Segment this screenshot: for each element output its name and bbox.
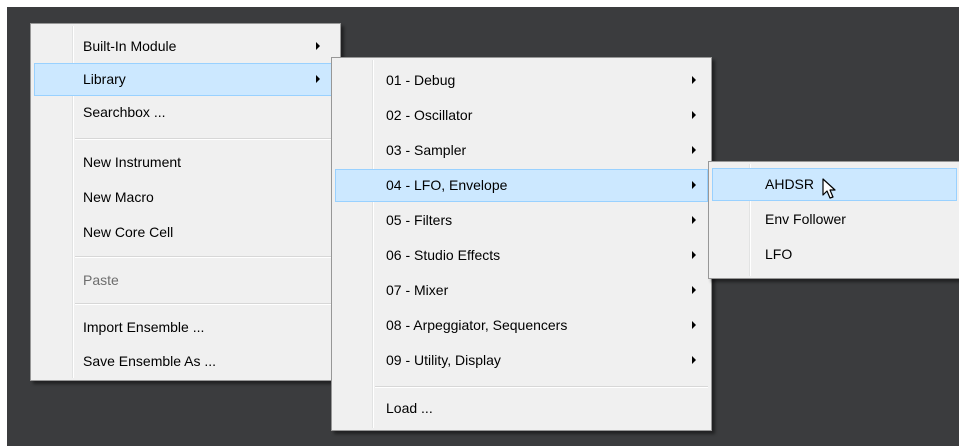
menu-separator: [75, 256, 337, 258]
menu-item-label: 09 - Utility, Display: [386, 352, 501, 368]
menu-item-label: Env Follower: [765, 211, 846, 227]
menu-item-load[interactable]: Load ...: [335, 392, 708, 425]
menu-item-label: 07 - Mixer: [386, 282, 449, 298]
menu-separator: [75, 303, 337, 305]
submenu-arrow-icon: [692, 251, 696, 259]
library-submenu: 01 - Debug 02 - Oscillator 03 - Sampler …: [331, 57, 712, 431]
submenu-arrow-icon: [692, 356, 696, 364]
submenu-arrow-icon: [692, 216, 696, 224]
menu-item-label: Library: [83, 71, 126, 87]
menu-item-new-instrument[interactable]: New Instrument: [34, 146, 337, 179]
menu-item-label: 08 - Arpeggiator, Sequencers: [386, 317, 568, 333]
submenu-arrow-icon: [692, 321, 696, 329]
submenu-arrow-icon: [316, 42, 320, 50]
submenu-arrow-icon: [692, 286, 696, 294]
menu-item-label: 04 - LFO, Envelope: [386, 177, 508, 193]
menu-item-05-filters[interactable]: 05 - Filters: [335, 204, 708, 237]
menu-item-label: Searchbox ...: [83, 104, 166, 120]
menu-item-new-core-cell[interactable]: New Core Cell: [34, 216, 337, 249]
menu-item-label: Built-In Module: [83, 38, 177, 54]
menu-separator: [375, 386, 708, 388]
menu-item-08-arpeggiator-sequencers[interactable]: 08 - Arpeggiator, Sequencers: [335, 309, 708, 342]
menu-item-new-macro[interactable]: New Macro: [34, 181, 337, 214]
menu-item-lfo[interactable]: LFO: [712, 238, 957, 271]
menu-item-save-ensemble-as[interactable]: Save Ensemble As ...: [34, 345, 337, 378]
menu-separator: [75, 138, 337, 140]
mouse-pointer-icon: [822, 178, 836, 199]
menu-item-built-in-module[interactable]: Built-In Module: [34, 30, 337, 63]
submenu-arrow-icon: [692, 76, 696, 84]
menu-item-label: 03 - Sampler: [386, 142, 467, 158]
menu-item-label: 02 - Oscillator: [386, 107, 473, 123]
menu-item-label: Save Ensemble As ...: [83, 353, 217, 369]
menu-item-01-debug[interactable]: 01 - Debug: [335, 64, 708, 97]
menu-item-07-mixer[interactable]: 07 - Mixer: [335, 274, 708, 307]
menu-item-04-lfo-envelope[interactable]: 04 - LFO, Envelope: [335, 169, 708, 202]
context-menu: Built-In Module Library Searchbox ... Ne…: [30, 23, 341, 381]
desktop: Built-In Module Library Searchbox ... Ne…: [0, 0, 959, 446]
menu-item-import-ensemble[interactable]: Import Ensemble ...: [34, 311, 337, 344]
menu-item-02-oscillator[interactable]: 02 - Oscillator: [335, 99, 708, 132]
menu-item-label: Load ...: [386, 400, 433, 416]
menu-item-label: New Instrument: [83, 154, 182, 170]
menu-item-label: 05 - Filters: [386, 212, 453, 228]
menu-item-label: AHDSR: [765, 176, 815, 192]
menu-item-searchbox[interactable]: Searchbox ...: [34, 96, 337, 129]
menu-item-label: New Core Cell: [83, 224, 174, 240]
menu-item-label: New Macro: [83, 189, 154, 205]
menu-item-paste[interactable]: Paste: [34, 264, 337, 297]
menu-item-09-utility-display[interactable]: 09 - Utility, Display: [335, 344, 708, 377]
menu-item-label: Import Ensemble ...: [83, 319, 205, 335]
menu-item-label: 01 - Debug: [386, 72, 456, 88]
submenu-arrow-icon: [692, 111, 696, 119]
menu-item-label: Paste: [83, 272, 119, 288]
menu-item-library[interactable]: Library: [34, 63, 337, 96]
submenu-arrow-icon: [692, 181, 696, 189]
menu-item-03-sampler[interactable]: 03 - Sampler: [335, 134, 708, 167]
menu-item-label: LFO: [765, 246, 793, 262]
submenu-arrow-icon: [692, 146, 696, 154]
submenu-arrow-icon: [316, 75, 320, 83]
menu-item-env-follower[interactable]: Env Follower: [712, 203, 957, 236]
menu-item-label: 06 - Studio Effects: [386, 247, 501, 263]
menu-item-06-studio-effects[interactable]: 06 - Studio Effects: [335, 239, 708, 272]
